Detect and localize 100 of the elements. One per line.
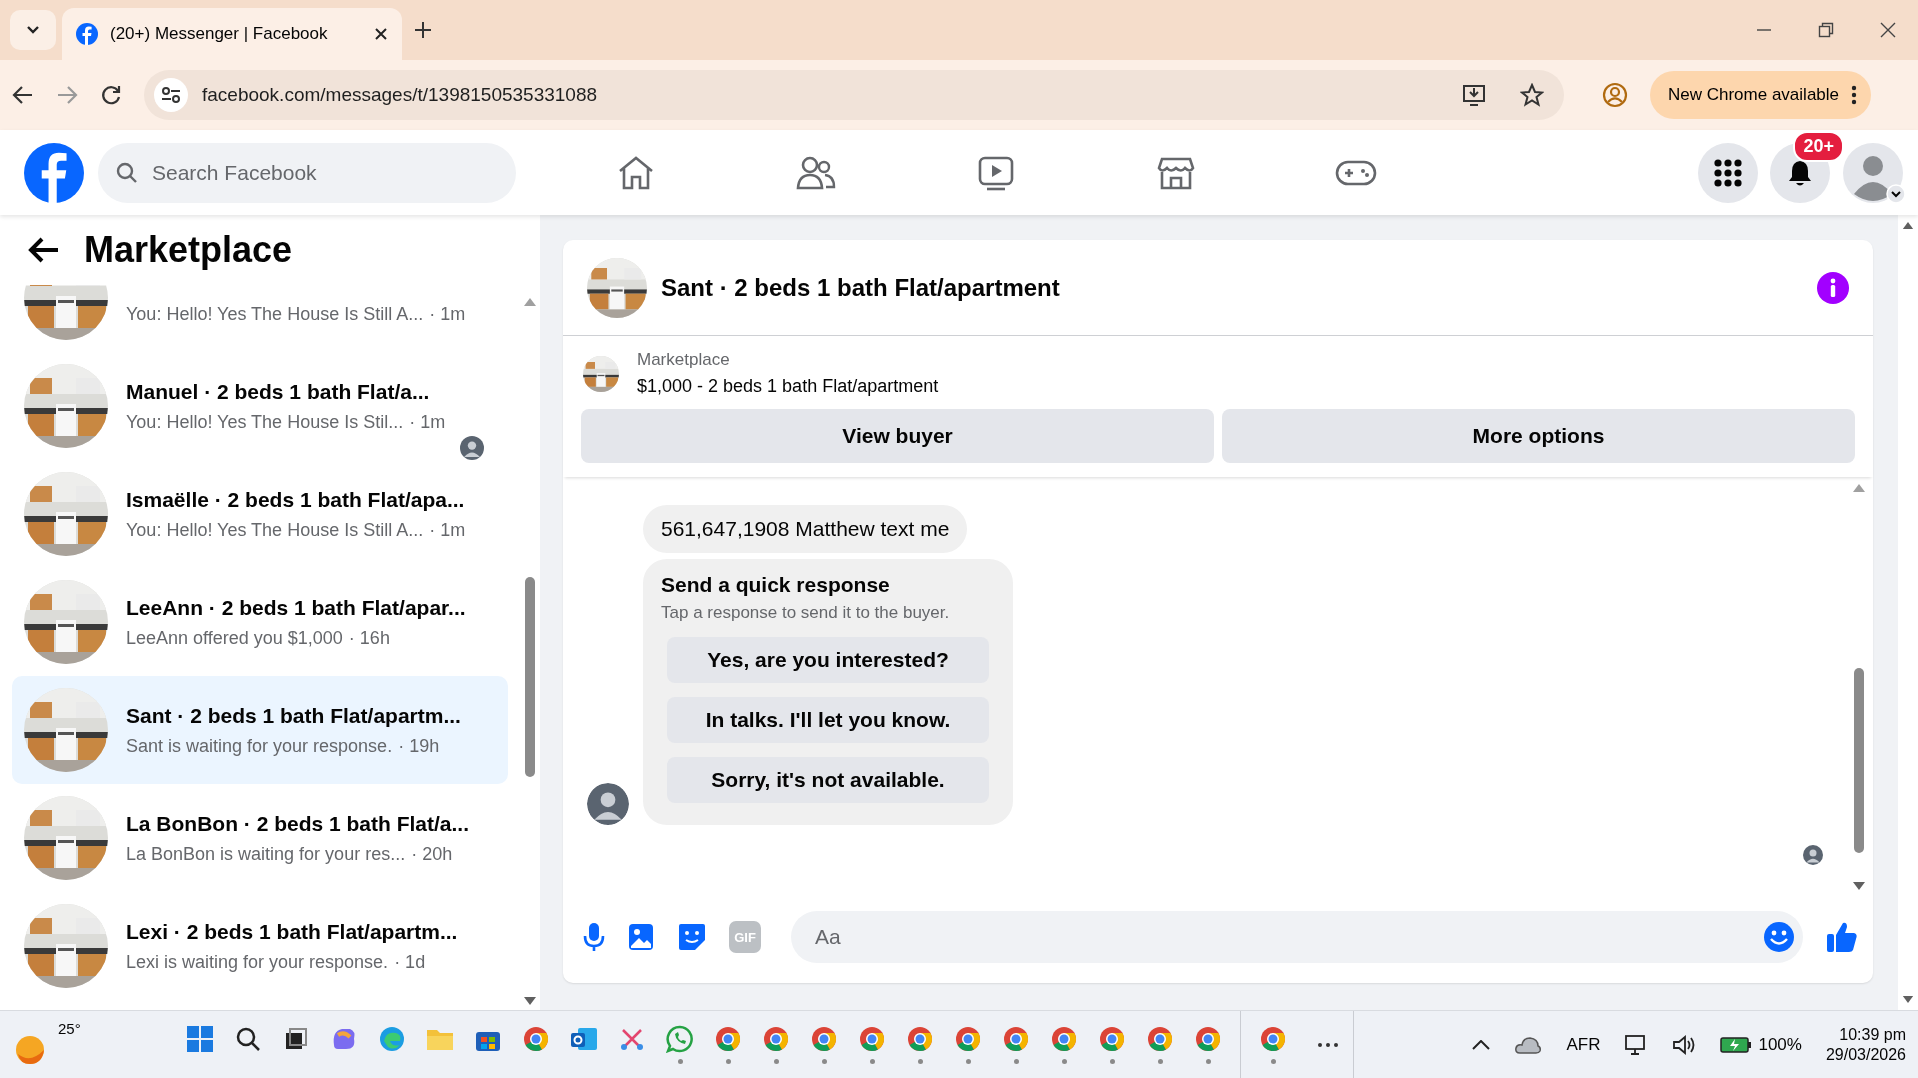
conversation-item[interactable]: Ismaëlle · 2 beds 1 bath Flat/apa... You: Hello! Yes The House Is Still A... · 1m: [12, 460, 508, 568]
action-button[interactable]: More options: [1222, 409, 1855, 463]
more-icon[interactable]: [1851, 85, 1858, 105]
new-tab-icon[interactable]: [414, 21, 432, 39]
chrome-icon[interactable]: [858, 1025, 886, 1053]
address-bar[interactable]: facebook.com/messages/t/1398150535331088: [144, 70, 1564, 120]
search-icon: [116, 161, 138, 184]
conversation-item[interactable]: Lexi · 2 beds 1 bath Flat/apartm... Lexi is waiting for your response. · 1d: [12, 892, 508, 1000]
sender-avatar: [587, 783, 629, 825]
browser-tab[interactable]: (20+) Messenger | Facebook: [62, 8, 402, 60]
more-icon[interactable]: [1317, 1041, 1339, 1048]
message-preview: You: Hello! Yes The House Is Still A...: [126, 519, 424, 541]
conversation-item[interactable]: LeeAnn · 2 beds 1 bath Flat/apar... LeeAnn offered you $1,000 · 16h: [12, 568, 508, 676]
message-preview: You: Hello! Yes The House Is Stil...: [126, 411, 404, 433]
emoji-icon[interactable]: [1763, 921, 1795, 953]
restore-icon[interactable]: [1818, 22, 1834, 38]
update-button[interactable]: New Chrome available: [1650, 71, 1872, 119]
scroll-down-icon[interactable]: [1902, 995, 1914, 1004]
conversation-title: Ismaëlle · 2 beds 1 bath Flat/apa...: [126, 487, 465, 511]
chrome-icon[interactable]: [762, 1025, 790, 1053]
chrome-icon[interactable]: [810, 1025, 838, 1053]
edge-icon[interactable]: [378, 1025, 406, 1053]
thumbs-up-icon[interactable]: [1825, 920, 1859, 954]
chat-title: Sant · 2 beds 1 bath Flat/apartment: [661, 273, 1061, 302]
conversation-item[interactable]: Manuel · 2 beds 1 bath Flat/a... You: Hello! Yes The House Is Stil... · 1m: [12, 352, 508, 460]
search-field[interactable]: Search Facebook: [98, 142, 516, 203]
microphone-icon[interactable]: [583, 922, 605, 952]
close-icon[interactable]: [1880, 22, 1896, 38]
back-icon[interactable]: [28, 236, 60, 264]
seen-avatar: [460, 436, 484, 460]
conversation-title: Sant · 2 beds 1 bath Flat/apartm...: [126, 703, 461, 727]
video-icon[interactable]: [977, 154, 1015, 191]
friends-icon[interactable]: [796, 154, 836, 191]
caret-up-icon[interactable]: [1472, 1039, 1491, 1050]
sticker-icon[interactable]: [677, 922, 707, 952]
chrome-icon[interactable]: [1098, 1025, 1126, 1053]
quick-response-button[interactable]: Yes, are you interested?: [667, 637, 989, 683]
scrollbar-thumb[interactable]: [525, 577, 535, 777]
chrome-icon[interactable]: [1002, 1025, 1030, 1053]
chevron-down-icon: [26, 25, 40, 35]
quick-response-button[interactable]: In talks. I'll let you know.: [667, 697, 989, 743]
action-button[interactable]: View buyer: [581, 409, 1214, 463]
battery-icon[interactable]: [1720, 1035, 1753, 1054]
profile-icon[interactable]: [1602, 82, 1628, 108]
forward-icon[interactable]: [56, 84, 78, 106]
scrollbar-thumb[interactable]: [1854, 668, 1864, 853]
listing-title[interactable]: $1,000 - 2 beds 1 bath Flat/apartment: [637, 376, 939, 397]
bookmark-star-icon[interactable]: [1520, 83, 1544, 107]
windows-start-icon[interactable]: [187, 1026, 213, 1052]
chrome-icon[interactable]: [1146, 1025, 1174, 1053]
facebook-logo-icon[interactable]: [24, 142, 84, 203]
site-settings-icon[interactable]: [161, 86, 181, 104]
chrome-icon[interactable]: [1050, 1025, 1078, 1053]
scroll-down-icon[interactable]: [1852, 881, 1866, 891]
chrome-icon[interactable]: [1259, 1025, 1287, 1053]
message-time: · 19h: [398, 735, 440, 757]
battery-level: 100%: [1758, 1034, 1802, 1055]
back-icon[interactable]: [12, 84, 34, 106]
quick-response-hint: Tap a response to send it to the buyer.: [661, 603, 951, 623]
sidebar-title: Marketplace: [84, 229, 293, 271]
mail-icon[interactable]: [570, 1026, 598, 1052]
install-icon[interactable]: [1462, 84, 1486, 106]
conversation-title: Lexi · 2 beds 1 bath Flat/apartm...: [126, 919, 458, 943]
menu-grid-icon: [1714, 158, 1742, 187]
chrome-icon[interactable]: [522, 1025, 550, 1053]
chrome-icon[interactable]: [954, 1025, 982, 1053]
close-icon[interactable]: [374, 27, 388, 41]
message-time: · 1d: [394, 951, 426, 973]
reload-icon[interactable]: [100, 84, 122, 106]
scroll-up-icon[interactable]: [1852, 483, 1866, 493]
search-icon[interactable]: [235, 1026, 261, 1052]
scroll-up-icon[interactable]: [523, 297, 537, 307]
message-preview: La BonBon is waiting for your res...: [126, 843, 406, 865]
listing-label: Marketplace: [637, 350, 731, 370]
task-view-icon[interactable]: [284, 1027, 308, 1051]
phone-chat-icon[interactable]: [666, 1025, 694, 1053]
quick-response-button[interactable]: Sorry, it's not available.: [667, 757, 989, 803]
conversation-title: La BonBon · 2 beds 1 bath Flat/a...: [126, 811, 470, 835]
cloud-icon[interactable]: [1514, 1034, 1543, 1055]
language-indicator[interactable]: AFR: [1566, 1034, 1601, 1055]
scroll-up-icon[interactable]: [1902, 221, 1914, 230]
conversation-item[interactable]: You: Hello! Yes The House Is Still A... · 1m: [12, 285, 508, 352]
speaker-icon[interactable]: [1672, 1033, 1697, 1056]
chrome-icon[interactable]: [1194, 1025, 1222, 1053]
conversation-item[interactable]: La BonBon · 2 beds 1 bath Flat/a... La BonBon is waiting for your res... · 20h: [12, 784, 508, 892]
clock-date[interactable]: 29/03/2026: [1825, 1045, 1906, 1064]
scissors-icon[interactable]: [619, 1026, 645, 1052]
chrome-icon[interactable]: [714, 1025, 742, 1053]
scroll-down-icon[interactable]: [523, 996, 537, 1006]
chrome-icon[interactable]: [906, 1025, 934, 1053]
home-icon[interactable]: [617, 154, 655, 191]
url-text: facebook.com/messages/t/1398150535331088: [202, 84, 599, 106]
clock-time[interactable]: 10:39 pm: [1839, 1025, 1906, 1044]
bell-icon: [1787, 158, 1813, 187]
image-icon[interactable]: [627, 922, 655, 952]
message-preview: Sant is waiting for your response.: [126, 735, 393, 757]
conversation-item[interactable]: Sant · 2 beds 1 bath Flat/apartm... Sant is waiting for your response. · 19h: [12, 676, 508, 784]
info-icon[interactable]: [1817, 271, 1849, 304]
conversation-title: LeeAnn · 2 beds 1 bath Flat/apar...: [126, 595, 466, 619]
search-input[interactable]: Search Facebook: [150, 141, 498, 204]
